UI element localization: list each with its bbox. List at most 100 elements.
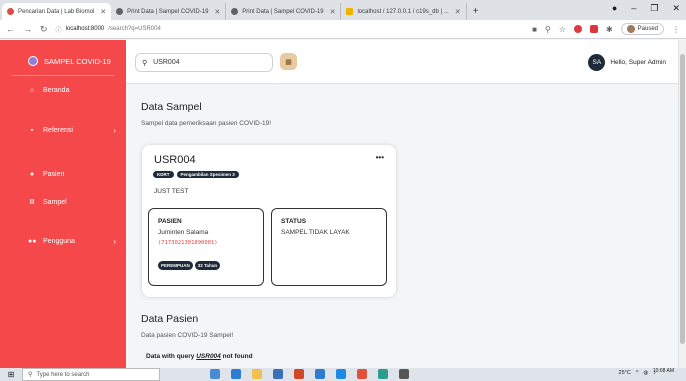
word-icon[interactable] <box>315 369 325 379</box>
photos-icon[interactable] <box>399 369 409 379</box>
chrome-profile-icon[interactable]: ● <box>612 3 617 14</box>
browser-tab-bar: Pencarian Data | Lab Biomol ✕ Print Data… <box>0 0 686 20</box>
sidebar-divider <box>12 75 114 76</box>
user-greeting: Hello, Super Admin <box>610 59 666 66</box>
weather-temperature[interactable]: 25°C <box>619 370 631 376</box>
status-value: SAMPEL TIDAK LAYAK <box>281 229 350 236</box>
sample-code: USR004 <box>154 154 196 166</box>
category-badge: KDRT <box>153 171 174 178</box>
patient-box[interactable]: PASIEN Juminten Salama (7173021301890001… <box>148 208 264 286</box>
sidebar-item-sampel[interactable]: Ⅲ Sampel <box>28 198 116 207</box>
system-tray: 25°C ^ ◍ ♪ <box>619 370 656 376</box>
browser-tab-3[interactable]: localhost / 127.0.0.1 / c19s_db | ... ✕ <box>341 3 467 20</box>
user-menu[interactable]: SA Hello, Super Admin <box>588 54 666 71</box>
taskbar-clock[interactable]: 10:08 AM <box>653 368 674 374</box>
browser-tab-1[interactable]: Print Data | Sampel COVID-19 ✕ <box>111 3 227 20</box>
query-result-message: Data with query USR004 not found <box>146 353 253 360</box>
extension-icon[interactable] <box>589 25 598 33</box>
browser-tab-0[interactable]: Pencarian Data | Lab Biomol ✕ <box>2 3 112 20</box>
vscode-icon[interactable] <box>336 369 346 379</box>
home-icon: ⌂ <box>29 87 35 94</box>
browser-menu-icon[interactable]: ⋮ <box>672 25 680 34</box>
windows-taskbar: ⊞ ⚲ Type here to search 25°C ^ ◍ ♪ 10:08… <box>0 368 686 381</box>
site-info-icon[interactable]: ⓘ <box>56 25 62 34</box>
close-tab-icon[interactable]: ✕ <box>330 8 336 16</box>
sidebar-item-pasien[interactable]: ● Pasien <box>28 171 116 178</box>
edge-icon[interactable] <box>231 369 241 379</box>
sidebar-item-label: Pengguna <box>43 238 75 245</box>
avatar: SA <box>588 54 606 71</box>
extensions-puzzle-icon[interactable]: ✱ <box>606 25 613 34</box>
sidebar-item-beranda[interactable]: ⌂ Beranda <box>28 87 116 94</box>
tab-title: Print Data | Sampel COVID-19 <box>127 8 209 15</box>
taskbar-search-placeholder: Type here to search <box>36 371 90 378</box>
flask-icon: Ⅲ <box>29 199 35 206</box>
site-favicon-icon <box>7 8 14 15</box>
store-icon[interactable] <box>273 369 283 379</box>
paused-label: Paused <box>637 26 658 32</box>
page-subtitle: Sampel data pemeriksaan pasien COVID-19! <box>141 120 272 127</box>
search-icon: ⚲ <box>28 372 33 378</box>
close-tab-icon[interactable]: ✕ <box>455 8 461 16</box>
sidebar-item-referensi[interactable]: ▪ Referensi › <box>28 126 116 135</box>
query-value: USR004 <box>196 353 221 360</box>
patient-tags: PEREMPUAN 32 Tahun <box>158 261 221 270</box>
tab-title: Pencarian Data | Lab Biomol <box>18 8 95 15</box>
scrollbar-thumb[interactable] <box>680 54 685 344</box>
sample-note: JUST TEST <box>154 188 189 195</box>
close-tab-icon[interactable]: ✕ <box>214 8 220 16</box>
browser-tab-2[interactable]: Print Data | Sampel COVID-19 ✕ <box>226 3 342 20</box>
patient-nik: (7173021301890001) <box>158 240 218 246</box>
tray-chevron-icon[interactable]: ^ <box>636 370 639 376</box>
windows-start-icon[interactable]: ⊞ <box>0 370 22 379</box>
age-badge: 32 Tahun <box>194 261 221 270</box>
profile-paused-button[interactable]: Paused <box>620 23 664 35</box>
status-box: STATUS SAMPEL TIDAK LAYAK <box>271 208 387 286</box>
chevron-right-icon: › <box>113 237 116 246</box>
url-field[interactable]: ⓘ localhost:8000/search?q=USR004 <box>56 22 456 36</box>
close-tab-icon[interactable]: ✕ <box>100 8 106 16</box>
bookmark-star-icon[interactable]: ☆ <box>559 25 566 34</box>
page-scrollbar[interactable] <box>678 40 686 368</box>
taskbar-search-input[interactable]: ⚲ Type here to search <box>22 368 160 381</box>
url-host: localhost:8000 <box>65 26 105 32</box>
users-icon: ●● <box>28 238 37 245</box>
sidebar-item-label: Referensi <box>43 127 73 134</box>
task-view-icon[interactable] <box>210 369 220 379</box>
sidebar-item-pengguna[interactable]: ●● Pengguna › <box>28 237 116 246</box>
status-label: STATUS <box>281 218 307 225</box>
user-icon: ● <box>29 171 35 178</box>
site-favicon-icon <box>231 8 239 15</box>
extension-icon[interactable] <box>573 25 582 33</box>
section-subtitle-pasien: Data pasien COVID-19 Sampel! <box>141 332 234 339</box>
sidebar-item-label: Beranda <box>43 87 70 94</box>
terminal-icon[interactable] <box>378 369 388 379</box>
patient-name: Juminten Salama <box>158 229 209 236</box>
tab-title: localhost / 127.0.0.1 / c19s_db | ... <box>357 8 449 15</box>
sidebar-item-label: Sampel <box>43 198 67 206</box>
minimize-button[interactable]: – <box>631 3 636 14</box>
back-arrow-icon[interactable]: ← <box>6 24 15 34</box>
camera-icon[interactable]: ■ <box>532 25 537 34</box>
more-options-icon[interactable]: ••• <box>376 153 384 162</box>
forward-arrow-icon[interactable]: → <box>23 24 32 34</box>
close-window-button[interactable]: ✕ <box>672 3 680 14</box>
sidebar-item-label: Pasien <box>43 171 65 178</box>
browser-actions: ■ ⚲ ☆ ✱ Paused ⋮ <box>532 23 680 35</box>
new-tab-button[interactable]: + <box>467 3 485 20</box>
search-input[interactable]: ⚲ USR004 <box>135 53 273 72</box>
reload-icon[interactable]: ↻ <box>40 24 48 35</box>
sample-card: USR004 ••• KDRT Pengambilan Spesimen 3 J… <box>142 145 396 297</box>
query-prefix: Data with query <box>146 353 195 360</box>
profile-avatar <box>626 25 635 33</box>
chevron-right-icon: › <box>113 126 116 135</box>
zoom-icon[interactable]: ⚲ <box>545 25 551 34</box>
top-navbar: ⚲ USR004 ▦ SA Hello, Super Admin <box>126 40 678 84</box>
search-button[interactable]: ▦ <box>280 53 297 70</box>
file-explorer-icon[interactable] <box>252 369 262 379</box>
chrome-icon[interactable] <box>357 369 367 379</box>
sidebar-brand[interactable]: SAMPEL COVID-19 <box>0 40 126 66</box>
network-icon[interactable]: ◍ <box>643 370 648 376</box>
powerpoint-icon[interactable] <box>294 369 304 379</box>
maximize-button[interactable]: ❐ <box>650 3 658 14</box>
